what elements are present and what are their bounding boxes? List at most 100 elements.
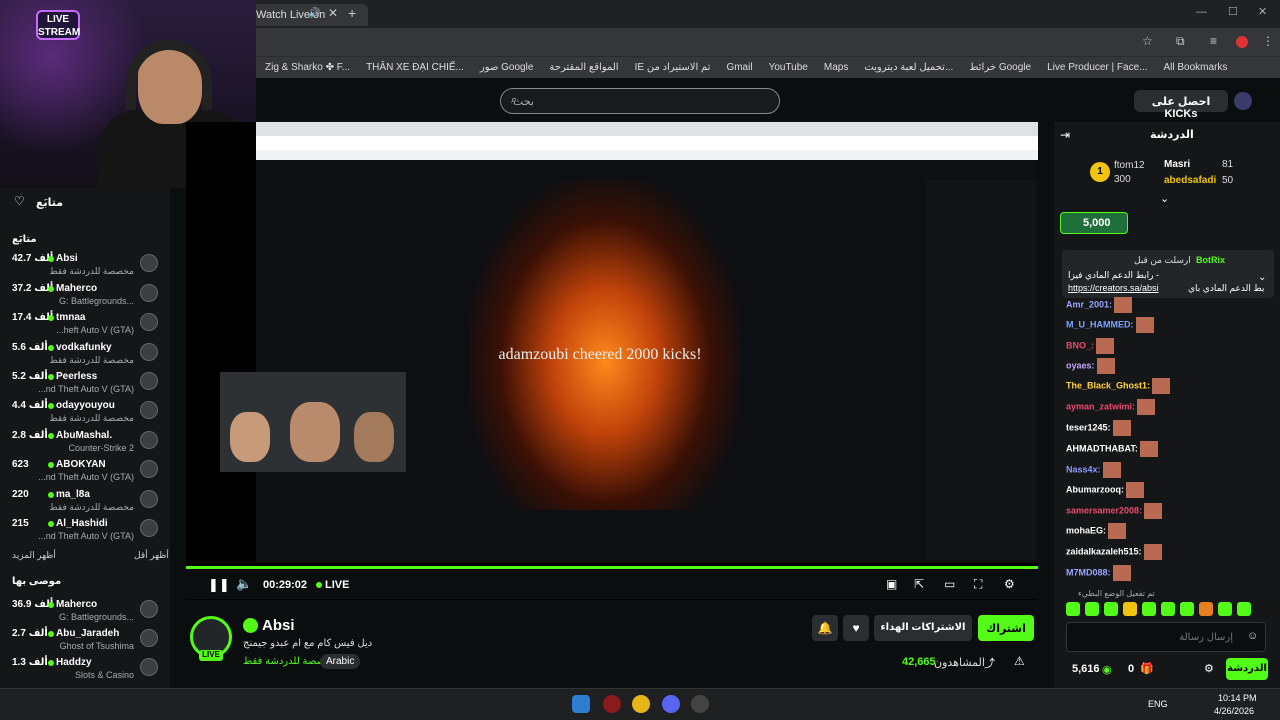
recommended-channel[interactable]: 1.3 ألف Haddzy Slots & Casino xyxy=(0,654,170,684)
new-tab-icon[interactable]: + xyxy=(348,5,356,21)
sidebar-channel[interactable]: 37.2 ألف Maherco G: Battlegrounds... xyxy=(0,280,170,310)
chat-username[interactable]: oyaes: xyxy=(1066,360,1095,370)
gift-icon[interactable]: 🎁 xyxy=(1140,662,1154,675)
chat-username[interactable]: Nass4x: xyxy=(1066,464,1101,474)
chat-username[interactable]: zaidalkazaleh515: xyxy=(1066,546,1142,556)
chat-message[interactable]: Nass4x: xyxy=(1066,462,1121,478)
chat-username[interactable]: samersamer2008: xyxy=(1066,505,1142,515)
maximize-icon[interactable]: ☐ xyxy=(1228,5,1238,18)
chevron-down-icon[interactable]: ⌄ xyxy=(1258,272,1266,283)
search-input[interactable]: بحث ⌕ xyxy=(500,88,780,114)
chat-message[interactable]: M_U_HAMMED: xyxy=(1066,317,1154,333)
bell-icon[interactable]: 🔔 xyxy=(812,615,838,641)
clock-date[interactable]: 4/26/2026 xyxy=(1214,706,1254,716)
show-less-link[interactable]: أظهر أقل xyxy=(134,550,169,561)
chat-message[interactable]: Amr_2001: xyxy=(1066,297,1133,313)
chat-message[interactable]: zaidalkazaleh515: xyxy=(1066,544,1162,560)
report-icon[interactable]: ⚠ xyxy=(1014,654,1025,668)
sidebar-channel[interactable]: 5.6 ألف vodkafunky مخصصة للدردشة فقط xyxy=(0,339,170,369)
profile-icon[interactable] xyxy=(1236,36,1248,48)
bookmark-item[interactable]: Maps xyxy=(824,62,848,73)
app-icon[interactable] xyxy=(603,695,621,713)
sidebar-channel[interactable]: 623 ABOKYAN ...nd Theft Auto V (GTA) xyxy=(0,456,170,486)
heart-icon[interactable]: ♥ xyxy=(843,615,869,641)
chat-username[interactable]: ayman_zatwimi: xyxy=(1066,401,1135,411)
share-screen-icon[interactable]: ⇱ xyxy=(914,577,924,591)
kicks-pill[interactable]: 5,000 xyxy=(1060,212,1128,234)
emote-icon[interactable] xyxy=(1066,602,1080,616)
bookmark-item[interactable]: صور Google xyxy=(480,62,534,73)
emote-icon[interactable] xyxy=(1123,602,1137,616)
chat-message[interactable]: mohaEG: xyxy=(1066,523,1127,539)
chrome-icon[interactable] xyxy=(632,695,650,713)
chat-message[interactable]: The_Black_Ghost1: xyxy=(1066,378,1171,394)
follow-button[interactable]: اشتراك xyxy=(978,615,1034,641)
chat-message[interactable]: samersamer2008: xyxy=(1066,503,1163,519)
emote-icon[interactable] xyxy=(1085,602,1099,616)
gift-subs-button[interactable]: الاشتراكات الهداء xyxy=(874,615,972,641)
clock-time[interactable]: 10:14 PM xyxy=(1218,693,1257,703)
pinned-link[interactable]: https://creators.sa/absi xyxy=(1068,283,1159,293)
chat-username[interactable]: mohaEG: xyxy=(1066,525,1106,535)
sidebar-channel[interactable]: 220 ma_l8a مخصصة للدردشة فقط xyxy=(0,486,170,516)
share-icon[interactable]: ⤴ xyxy=(984,655,995,671)
chat-message[interactable]: Abumarzooq: xyxy=(1066,482,1144,498)
chat-username[interactable]: AHMADTHABAT: xyxy=(1066,443,1138,453)
language-tag[interactable]: Arabic xyxy=(320,654,361,669)
sidebar-channel[interactable]: 4.4 ألف odayyouyou مخصصة للدردشة فقط xyxy=(0,397,170,427)
chat-username[interactable]: teser1245: xyxy=(1066,422,1111,432)
sidebar-channel[interactable]: 5.2 ألف Peerless ...nd Theft Auto V (GTA) xyxy=(0,368,170,398)
emote-icon[interactable] xyxy=(1142,602,1156,616)
star-icon[interactable]: ☆ xyxy=(1142,34,1153,48)
chevron-down-icon[interactable]: ⌄ xyxy=(1160,192,1169,205)
language-indicator[interactable]: ENG xyxy=(1148,699,1168,709)
chat-username[interactable]: BNO_: xyxy=(1066,340,1094,350)
speaker-icon[interactable]: 🔊 xyxy=(308,8,320,19)
pinned-message[interactable]: ارسلت من قبل BotRix رابط الدعم المادي في… xyxy=(1062,250,1274,298)
show-more-link[interactable]: أظهر المزيد xyxy=(12,550,56,561)
chat-username[interactable]: Abumarzooq: xyxy=(1066,484,1124,494)
emoji-icon[interactable]: ☺ xyxy=(1247,630,1258,642)
get-kicks-button[interactable]: احصل على KICKs xyxy=(1134,90,1228,120)
theater-icon[interactable]: ▭ xyxy=(944,577,955,591)
sidebar-channel[interactable]: 215 Al_Hashidi ...nd Theft Auto V (GTA) xyxy=(0,515,170,545)
bookmark-item[interactable]: IE تم الاستيراد من xyxy=(635,62,711,73)
discord-icon[interactable] xyxy=(662,695,680,713)
media-icon[interactable]: ≡ xyxy=(1210,34,1217,48)
chat-send-button[interactable]: الدردشة xyxy=(1226,658,1268,680)
chat-message[interactable]: ayman_zatwimi: xyxy=(1066,399,1156,415)
chat-message[interactable]: BNO_: xyxy=(1066,338,1115,354)
emote-icon[interactable] xyxy=(1180,602,1194,616)
bookmark-item[interactable]: YouTube xyxy=(769,62,808,73)
bookmark-item[interactable]: Zig & Sharko ✤ F... xyxy=(265,62,350,73)
minimize-icon[interactable]: — xyxy=(1196,6,1207,18)
fullscreen-icon[interactable]: ⛶ xyxy=(974,577,982,592)
channel-name[interactable]: Absi xyxy=(262,617,295,634)
all-bookmarks[interactable]: All Bookmarks xyxy=(1164,62,1228,73)
gear-icon[interactable]: ⚙ xyxy=(1204,662,1214,675)
chat-username[interactable]: M7MD088: xyxy=(1066,567,1111,577)
volume-icon[interactable]: 🔈 xyxy=(236,576,252,592)
extensions-icon[interactable]: ⧉ xyxy=(1176,34,1185,49)
window-close-icon[interactable]: ✕ xyxy=(1258,5,1267,18)
bookmark-item[interactable]: تحميل لعبة ديترويت... xyxy=(864,62,953,73)
bookmark-item[interactable]: THÂN XE ĐẠI CHIẾ... xyxy=(366,62,464,73)
windows-start-icon[interactable] xyxy=(572,695,590,713)
clip-icon[interactable]: ▣ xyxy=(886,577,897,591)
recommended-channel[interactable]: 2.7 ألف Abu_Jaradeh Ghost of Tsushima xyxy=(0,625,170,655)
sidebar-channel[interactable]: 42.7 ألف Absi مخصصة للدردشة فقط xyxy=(0,250,170,280)
emote-icon[interactable] xyxy=(1199,602,1213,616)
chat-username[interactable]: M_U_HAMMED: xyxy=(1066,319,1134,329)
recommended-channel[interactable]: 36.9 ألف Maherco G: Battlegrounds... xyxy=(0,596,170,626)
bookmark-item[interactable]: Live Producer | Face... xyxy=(1047,62,1147,73)
bookmark-item[interactable]: Gmail xyxy=(726,62,752,73)
obs-icon[interactable] xyxy=(691,695,709,713)
heart-icon[interactable]: ♡ xyxy=(14,194,25,208)
chat-message[interactable]: oyaes: xyxy=(1066,358,1115,374)
bookmark-item[interactable]: خرائط Google xyxy=(969,62,1031,73)
emote-icon[interactable] xyxy=(1218,602,1232,616)
sidebar-channel[interactable]: 17.4 ألف tmnaa ...heft Auto V (GTA) xyxy=(0,309,170,339)
chat-message[interactable]: M7MD088: xyxy=(1066,565,1131,581)
chat-username[interactable]: Amr_2001: xyxy=(1066,299,1112,309)
pause-icon[interactable]: ❚❚ xyxy=(208,577,230,593)
